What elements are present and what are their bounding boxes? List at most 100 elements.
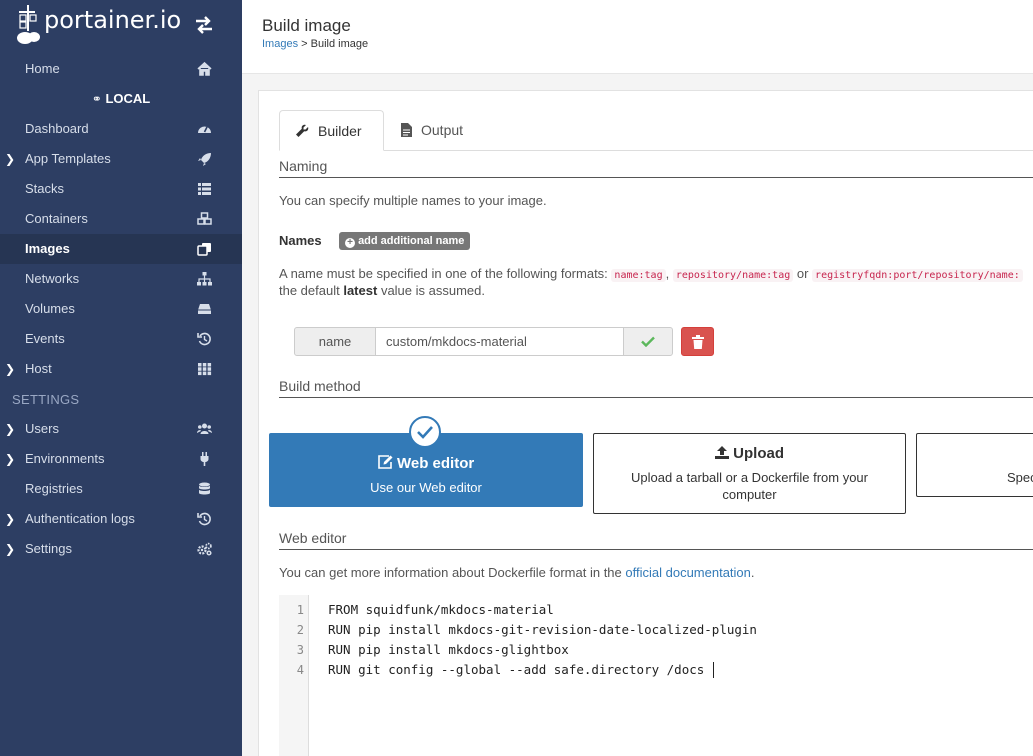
sidebar-item-events[interactable]: Events [0,324,242,354]
build-method-url[interactable]: Spec [916,433,1033,497]
breadcrumb-separator: > [301,38,308,50]
code-line[interactable]: FROM squidfunk/mkdocs-material [328,602,554,617]
button-label: add additional name [358,235,465,247]
breadcrumb-current: Build image [310,38,369,50]
format-code: repository/name:tag [672,269,794,282]
page-title: Build image [262,16,351,35]
clone-icon [197,243,211,256]
sidebar-item-environments[interactable]: ❯ Environments [0,444,242,474]
image-name-input[interactable]: custom/mkdocs-material [375,327,624,356]
format-code: name:tag [611,269,666,282]
sidebar-item-label: Volumes [25,301,75,316]
tab-label: Builder [318,123,362,139]
sidebar-item-settings[interactable]: ❯ Settings [0,534,242,564]
history-icon [197,332,211,346]
sidebar-item-users[interactable]: ❯ Users [0,414,242,444]
sidebar-item-label: Networks [25,271,80,286]
info-text: You can get more information about Docke… [279,565,622,580]
sidebar-item-label: App Templates [25,151,111,166]
sidebar-item-images[interactable]: Images [0,234,242,264]
sidebar-item-dashboard[interactable]: Dashboard [0,114,242,144]
method-title: Upload [594,445,905,462]
format-description: A name must be specified in one of the f… [279,266,1033,282]
sidebar-item-label: Events [25,331,65,346]
sidebar-item-stacks[interactable]: Stacks [0,174,242,204]
environment-header: ⚭ LOCAL [0,84,242,114]
line-number: 4 [296,663,304,677]
wrench-icon [296,124,309,137]
sitemap-icon [197,272,212,286]
names-label: Names [279,233,322,248]
sidebar-item-volumes[interactable]: Volumes [0,294,242,324]
sidebar-item-label: Dashboard [25,121,89,136]
chevron-right-icon: ❯ [5,152,16,166]
plug-icon [200,452,209,466]
method-title-text: Upload [733,445,784,462]
sidebar-item-authentication-logs[interactable]: ❯ Authentication logs [0,504,242,534]
naming-description: You can specify multiple names to your i… [279,193,547,208]
breadcrumb-link-images[interactable]: Images [262,38,298,50]
trash-icon [692,335,704,349]
line-number: 1 [296,603,304,617]
check-icon [641,336,655,347]
sidebar-item-label: Environments [25,451,105,466]
tab-label: Output [421,122,464,138]
sidebar-item-label: Stacks [25,181,65,196]
sidebar-item-registries[interactable]: Registries [0,474,242,504]
code-line[interactable]: RUN pip install mkdocs-glightbox [328,642,569,657]
format-or: or [796,266,809,281]
database-icon [199,482,210,495]
logo-text: portainer.io [44,6,182,34]
selected-check-icon [409,416,441,448]
format-text: value is assumed. [380,283,485,298]
format-code: registryfqdn:port/repository/name: [812,269,1023,282]
th-icon [198,363,212,376]
tachometer-icon [198,126,211,133]
official-documentation-link[interactable]: official documentation [625,565,751,580]
add-additional-name-button[interactable]: + add additional name [339,232,471,250]
format-bold: latest [343,283,378,298]
sidebar-item-containers[interactable]: Containers [0,204,242,234]
name-valid-indicator [623,327,673,356]
plus-circle-icon: + [345,238,355,248]
edit-icon [377,455,393,469]
text-cursor [713,662,714,678]
chevron-right-icon: ❯ [5,542,16,556]
sidebar-item-label: Settings [25,541,72,556]
format-description-2: the default latest value is assumed. [279,283,485,298]
tab-builder[interactable]: Builder [279,110,384,151]
sidebar-item-label: Containers [25,211,88,226]
sidebar-item-home[interactable]: Home [0,54,242,84]
line-number: 2 [296,623,304,637]
code-line[interactable]: RUN git config --global --add safe.direc… [328,662,704,677]
portainer-logo-icon[interactable] [16,3,42,45]
th-list-icon [198,183,211,195]
method-description: Upload a tarball or a Dockerfile from yo… [594,469,905,503]
environment-name: LOCAL [105,91,151,106]
tab-output[interactable]: Output [385,110,485,151]
file-text-icon [401,123,412,137]
remove-name-button[interactable] [681,327,714,356]
method-title: Web editor [269,455,583,472]
method-desc-line: computer [722,487,777,502]
name-addon: name [294,327,376,356]
breadcrumb: Images > Build image [262,38,368,50]
dockerfile-editor[interactable]: 1 2 3 4 FROM squidfunk/mkdocs-material R… [279,595,1033,756]
sidebar-item-app-templates[interactable]: ❯ App Templates [0,144,242,174]
rocket-icon [198,153,211,166]
chevron-right-icon: ❯ [5,422,16,436]
settings-section-title: SETTINGS [12,392,80,407]
sidebar: portainer.io Home ⚭ LOCAL Dashboard ❯ Ap… [0,0,242,756]
page-header: Build image Images > Build image [242,0,1033,74]
build-method-upload[interactable]: Upload Upload a tarball or a Dockerfile … [593,433,906,514]
hdd-icon [198,304,211,314]
format-text: the default [279,283,340,298]
sidebar-item-host[interactable]: ❯ Host [0,354,242,384]
code-line[interactable]: RUN pip install mkdocs-git-revision-date… [328,622,757,637]
cubes-icon [197,212,212,225]
chevron-right-icon: ❯ [5,362,16,376]
exchange-icon[interactable] [194,16,214,34]
line-number: 3 [296,643,304,657]
method-description: Spec [1007,470,1033,485]
sidebar-item-networks[interactable]: Networks [0,264,242,294]
